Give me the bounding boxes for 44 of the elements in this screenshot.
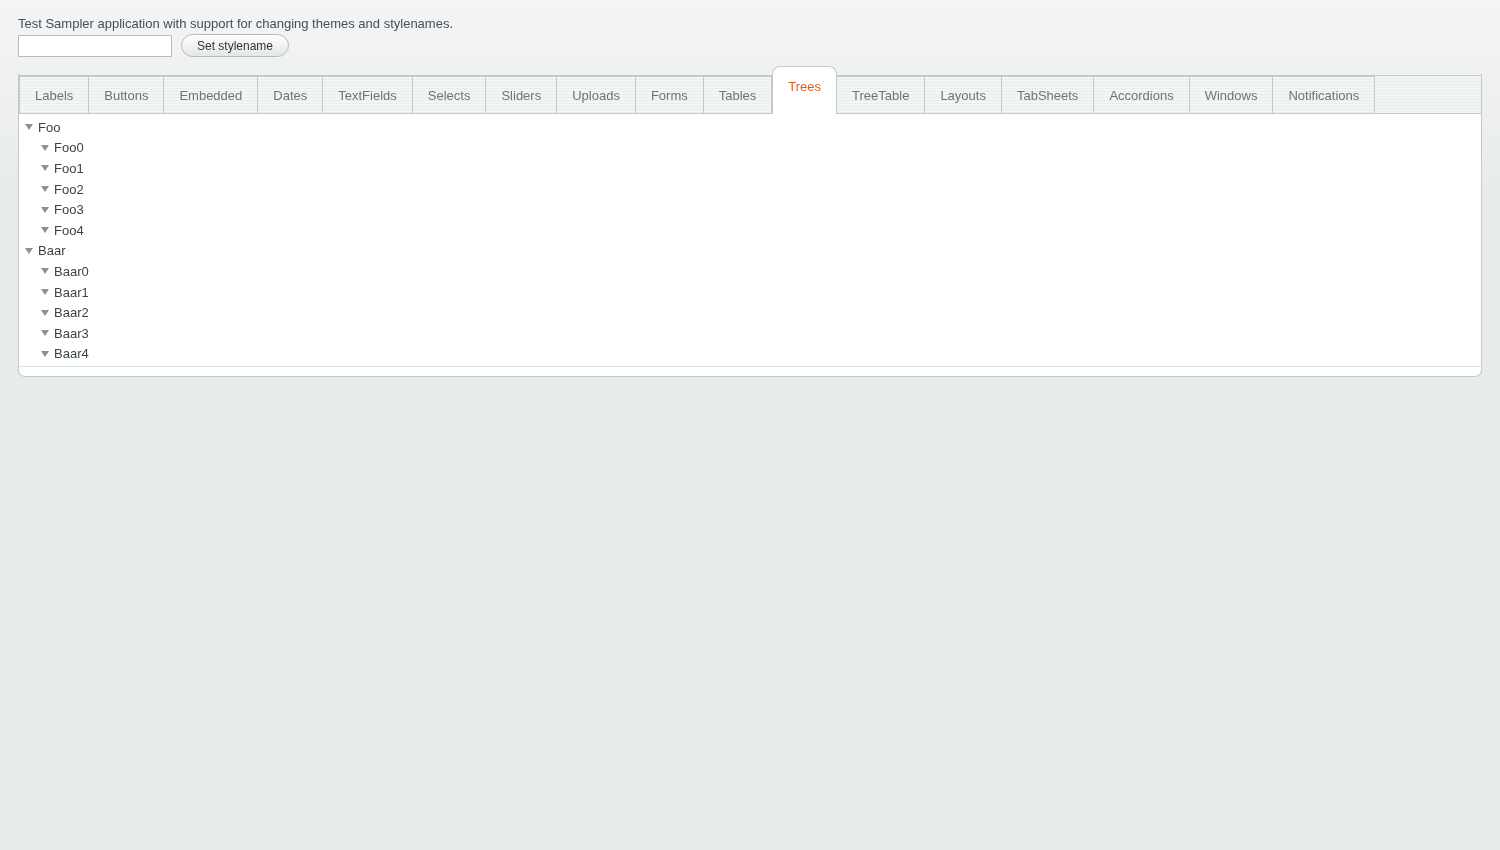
tree-item[interactable]: Foo0 (54, 140, 84, 156)
tab[interactable]: Accordions (1094, 76, 1190, 113)
tab[interactable]: Selects (412, 76, 487, 113)
tree-item[interactable]: Foo3 (54, 202, 84, 218)
tab[interactable]: Buttons (89, 76, 165, 113)
tab[interactable]: Forms (635, 76, 704, 113)
tab[interactable]: Windows (1189, 76, 1274, 113)
tree-item[interactable]: Baar (38, 243, 66, 259)
set-stylename-button[interactable]: Set stylename (181, 34, 290, 57)
collapse-triangle-icon[interactable] (41, 164, 49, 173)
collapse-triangle-icon[interactable] (25, 123, 33, 132)
tab[interactable]: Dates (258, 76, 324, 113)
tab[interactable]: Layouts (925, 76, 1002, 113)
tab[interactable]: Notifications (1273, 76, 1376, 113)
tree-item[interactable]: Baar4 (54, 346, 89, 362)
collapse-triangle-icon[interactable] (41, 143, 49, 152)
collapse-triangle-icon[interactable] (41, 308, 49, 317)
tree-item[interactable]: Baar1 (54, 284, 89, 300)
tree-item[interactable]: Baar2 (54, 305, 89, 321)
tab[interactable]: Uploads (557, 76, 636, 113)
stylename-field[interactable] (18, 34, 172, 57)
tab[interactable]: Embedded (164, 76, 259, 113)
tree-item[interactable]: Baar3 (54, 325, 89, 341)
tree-item[interactable]: Foo1 (54, 161, 84, 176)
tab[interactable]: Sliders (486, 76, 558, 113)
tab[interactable]: Trees (772, 66, 838, 114)
collapse-triangle-icon[interactable] (41, 349, 49, 358)
tree-item[interactable]: Baar0 (54, 263, 89, 279)
collapse-triangle-icon[interactable] (41, 288, 49, 297)
description-text: Test Sampler application with support for changing themes and stylenames. (18, 16, 454, 31)
collapse-triangle-icon[interactable] (41, 329, 49, 338)
collapse-triangle-icon[interactable] (25, 246, 33, 255)
tab[interactable]: TreeTable (837, 76, 926, 113)
collapse-triangle-icon[interactable] (41, 226, 49, 235)
tab[interactable]: TabSheets (1001, 76, 1095, 113)
tree-item[interactable]: Foo2 (54, 181, 84, 197)
tab[interactable]: TextFields (323, 76, 413, 113)
tree-item[interactable]: Foo4 (54, 222, 84, 238)
collapse-triangle-icon[interactable] (41, 185, 49, 194)
tab[interactable]: Labels (19, 76, 90, 113)
collapse-triangle-icon[interactable] (41, 267, 49, 276)
tab[interactable]: Tables (703, 76, 773, 113)
collapse-triangle-icon[interactable] (41, 205, 49, 214)
tree-item[interactable]: Foo (38, 119, 61, 135)
